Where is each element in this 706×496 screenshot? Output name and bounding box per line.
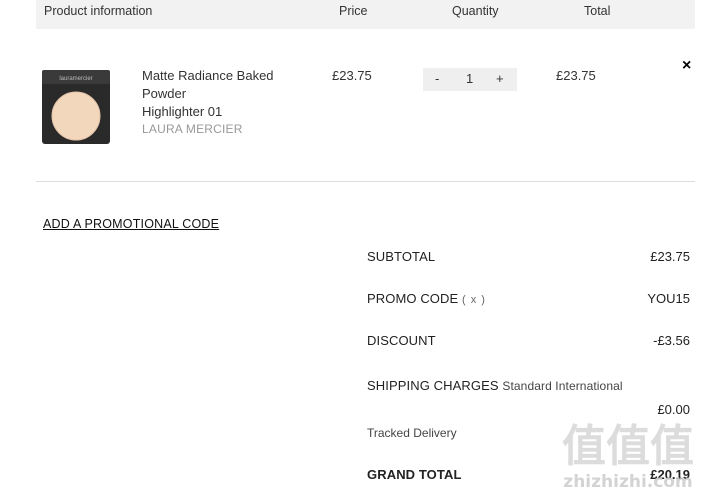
discount-label: DISCOUNT xyxy=(367,333,436,348)
column-header-total: Total xyxy=(584,4,611,18)
promo-code-value: YOU15 xyxy=(647,291,690,306)
add-promo-code-link[interactable]: ADD A PROMOTIONAL CODE xyxy=(43,217,219,231)
thumb-brand-text: lauramercier xyxy=(59,76,92,82)
watermark-site: zhizhizhi.com xyxy=(563,472,692,492)
quantity-decrease-button[interactable]: - xyxy=(435,71,439,86)
quantity-stepper: - 1 + xyxy=(423,68,517,91)
remove-item-icon[interactable]: × xyxy=(682,58,694,74)
quantity-increase-button[interactable]: + xyxy=(496,71,504,86)
row-divider xyxy=(36,181,695,182)
watermark-logo: 值值值 zhizhizhi.com xyxy=(562,421,694,492)
shipping-row: SHIPPING CHARGES Standard International xyxy=(367,378,623,393)
product-thumbnail[interactable]: lauramercier xyxy=(42,70,110,144)
product-name-line: Matte Radiance Baked xyxy=(142,68,274,83)
shipping-method: Standard International xyxy=(502,379,623,393)
remove-promo-button[interactable]: ( x ) xyxy=(462,294,486,306)
promo-code-row: PROMO CODE ( x ) xyxy=(367,291,486,306)
promo-code-label: PROMO CODE xyxy=(367,291,459,306)
product-brand: LAURA MERCIER xyxy=(142,122,243,136)
product-name-line: Powder xyxy=(142,86,187,101)
unit-price: £23.75 xyxy=(332,68,372,83)
column-header-price: Price xyxy=(339,4,368,18)
cart-table-header: Product information Price Quantity Total xyxy=(36,0,695,29)
shipping-label: SHIPPING CHARGES xyxy=(367,378,499,393)
discount-value: -£3.56 xyxy=(653,333,690,348)
product-name[interactable]: Matte Radiance Baked Powder Highlighter … xyxy=(142,67,302,121)
line-total: £23.75 xyxy=(556,68,596,83)
product-variant: Highlighter 01 xyxy=(142,104,223,119)
grand-total-label: GRAND TOTAL xyxy=(367,467,462,482)
tracked-delivery-note: Tracked Delivery xyxy=(367,426,457,440)
quantity-value: 1 xyxy=(466,71,474,86)
column-header-product: Product information xyxy=(44,4,153,18)
subtotal-value: £23.75 xyxy=(650,249,690,264)
subtotal-label: SUBTOTAL xyxy=(367,249,436,264)
watermark-glyphs: 值值值 xyxy=(562,421,694,472)
column-header-quantity: Quantity xyxy=(452,4,499,18)
